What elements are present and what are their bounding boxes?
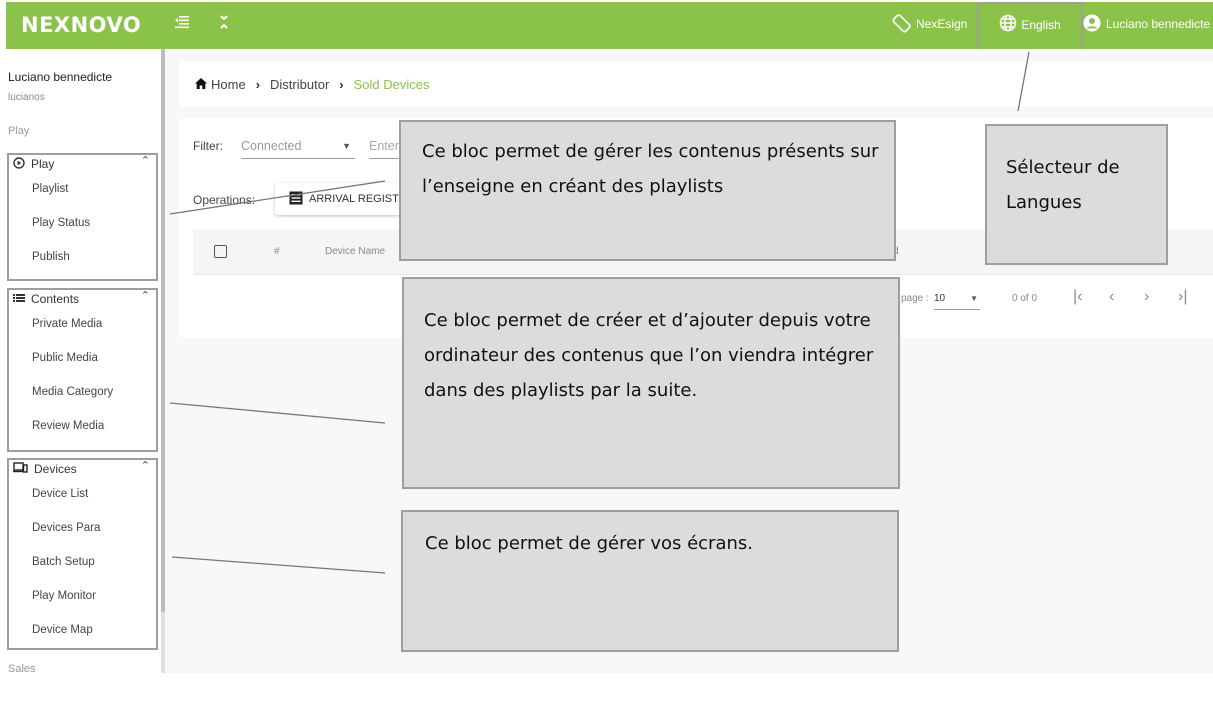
sidebar-item-review-media[interactable]: Review Media <box>9 409 156 443</box>
sidebar-item-playlist[interactable]: Playlist <box>9 172 156 206</box>
sidebar-item-device-map[interactable]: Device Map <box>9 613 156 647</box>
sidebar-user-name: Luciano bennedicte <box>8 70 113 84</box>
sidebar-item-device-list[interactable]: Device List <box>9 477 156 511</box>
sidebar-item-media-category[interactable]: Media Category <box>9 375 156 409</box>
chevron-right-icon: › <box>255 76 261 92</box>
page-range: 0 of 0 <box>1012 293 1038 304</box>
logo[interactable]: NEXNOVO <box>21 13 141 37</box>
sidebar-section-sales: Sales <box>8 663 36 673</box>
home-icon <box>195 77 207 92</box>
sidebar-item-public-media[interactable]: Public Media <box>9 341 156 375</box>
breadcrumb-home[interactable]: Home <box>195 77 246 92</box>
dropdown-caret-icon: ▼ <box>342 141 351 151</box>
group-title: Play <box>31 157 55 171</box>
breadcrumb-home-label: Home <box>211 76 246 92</box>
search-placeholder: Enter <box>369 139 399 153</box>
devices-icon <box>13 462 28 476</box>
annotation-contents-block: Ce bloc permet de créer et d’ajouter dep… <box>402 277 900 489</box>
sidebar-item-play-monitor[interactable]: Play Monitor <box>9 579 156 613</box>
next-page-icon[interactable]: › <box>1144 288 1149 306</box>
previous-page-icon[interactable]: ‹ <box>1109 288 1114 306</box>
sidebar-item-private-media[interactable]: Private Media <box>9 307 156 341</box>
chevron-up-icon[interactable]: ⌃ <box>141 154 150 167</box>
chevron-right-icon: › <box>339 76 344 92</box>
indent-icon[interactable] <box>174 14 190 35</box>
sidebar-user-login: lucianos <box>8 92 45 103</box>
sidebar-item-batch-setup[interactable]: Batch Setup <box>9 545 156 579</box>
top-bar: NEXNOVO NexEsign English Luciano bennedi… <box>6 2 1213 53</box>
rows-per-page-value: 10 <box>934 293 946 304</box>
nexesign-label: NexEsign <box>916 17 968 31</box>
status-filter-value: Connected <box>241 139 302 153</box>
list-icon <box>13 292 25 306</box>
status-filter-select[interactable]: Connected ▼ <box>241 133 355 159</box>
annotation-language-selector: Sélecteur de Langues <box>985 124 1168 265</box>
collapse-icon[interactable] <box>218 14 230 35</box>
filter-label: Filter: <box>193 139 223 153</box>
dropdown-caret-icon: ▼ <box>970 294 978 303</box>
breadcrumb: Home › Distributor › Sold Devices <box>179 61 1213 107</box>
column-header-index[interactable]: # <box>274 246 280 257</box>
rows-per-page-select[interactable]: 10 ▼ <box>934 288 980 310</box>
last-page-icon[interactable]: ›| <box>1178 288 1187 306</box>
account-icon <box>1083 14 1101 35</box>
chevron-up-icon[interactable]: ⌃ <box>141 459 150 472</box>
user-menu[interactable]: Luciano bennedicte <box>1083 12 1210 36</box>
play-circle-icon <box>13 156 25 172</box>
group-title: Contents <box>31 292 80 306</box>
sidebar-group-header-play[interactable]: Play ⌃ <box>9 154 156 172</box>
nexesign-link[interactable]: NexEsign <box>892 12 967 36</box>
sidebar: Luciano bennedicte lucianos Play Play ⌃ … <box>0 49 161 673</box>
sidebar-item-publish[interactable]: Publish <box>9 240 156 274</box>
register-icon <box>289 191 303 208</box>
annotation-devices-block: Ce bloc permet de gérer vos écrans. <box>401 510 899 652</box>
sidebar-group-play: Play ⌃ Playlist Play Status Publish <box>7 153 158 281</box>
select-all-checkbox[interactable] <box>214 245 227 258</box>
sidebar-group-contents: Contents ⌃ Private Media Public Media Me… <box>7 288 158 452</box>
group-title: Devices <box>34 462 77 476</box>
sidebar-group-header-devices[interactable]: Devices ⌃ <box>9 459 156 477</box>
sidebar-group-devices: Devices ⌃ Device List Devices Para Batch… <box>7 458 158 650</box>
language-label: English <box>1021 17 1061 32</box>
user-name-label: Luciano bennedicte <box>1106 17 1211 31</box>
column-header-device-name[interactable]: Device Name <box>325 246 385 257</box>
annotation-play-block: Ce bloc permet de gérer les contenus pré… <box>399 120 896 261</box>
breadcrumb-current: Sold Devices <box>353 76 430 92</box>
rows-per-page-label: page : <box>901 293 929 304</box>
chevron-up-icon[interactable]: ⌃ <box>141 289 150 302</box>
language-selector[interactable]: English <box>977 2 1083 53</box>
operations-label: Operations: <box>193 193 256 207</box>
arrival-registration-button[interactable]: ARRIVAL REGISTRATION <box>275 183 415 215</box>
sidebar-section-play: Play <box>8 125 30 137</box>
sidebar-item-play-status[interactable]: Play Status <box>9 206 156 240</box>
globe-icon <box>999 14 1017 35</box>
breadcrumb-distributor[interactable]: Distributor <box>270 77 329 92</box>
rotate-device-icon <box>892 13 912 36</box>
sidebar-item-devices-para[interactable]: Devices Para <box>9 511 156 545</box>
first-page-icon[interactable]: |‹ <box>1073 288 1082 306</box>
sidebar-group-header-contents[interactable]: Contents ⌃ <box>9 289 156 307</box>
